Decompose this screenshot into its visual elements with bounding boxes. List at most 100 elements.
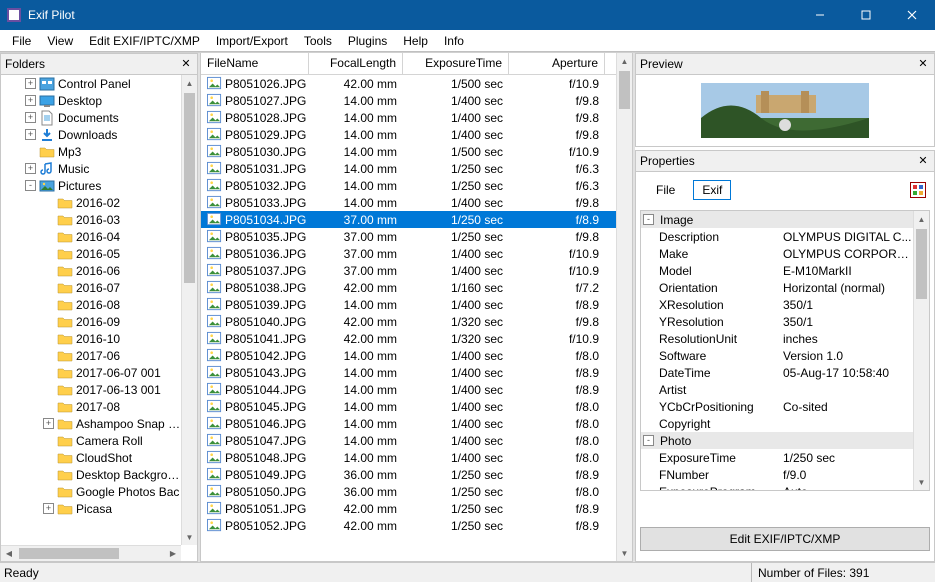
file-row[interactable]: P8051051.JPG42.00 mm1/250 secf/8.9 <box>201 500 616 517</box>
file-row[interactable]: P8051030.JPG14.00 mm1/500 secf/10.9 <box>201 143 616 160</box>
tree-scrollbar-h[interactable]: ◀ ▶ <box>1 545 181 561</box>
tree-item[interactable]: CloudShot <box>1 449 181 466</box>
property-row[interactable]: DescriptionOLYMPUS DIGITAL C... <box>641 228 913 245</box>
files-scrollbar-v[interactable]: ▲ ▼ <box>616 53 632 561</box>
expand-icon[interactable]: + <box>43 503 54 514</box>
tree-item[interactable]: 2016-10 <box>1 330 181 347</box>
file-row[interactable]: P8051039.JPG14.00 mm1/400 secf/8.9 <box>201 296 616 313</box>
file-row[interactable]: P8051029.JPG14.00 mm1/400 secf/9.8 <box>201 126 616 143</box>
folders-close-icon[interactable]: ✕ <box>179 57 193 71</box>
property-row[interactable]: MakeOLYMPUS CORPORA... <box>641 245 913 262</box>
menu-file[interactable]: File <box>4 31 39 51</box>
property-row[interactable]: YCbCrPositioningCo-sited <box>641 398 913 415</box>
property-row[interactable]: YResolution350/1 <box>641 313 913 330</box>
col-exposuretime[interactable]: ExposureTime <box>403 53 509 74</box>
collapse-icon[interactable]: - <box>25 180 36 191</box>
properties-close-icon[interactable]: ✕ <box>916 154 930 168</box>
file-row[interactable]: P8051031.JPG14.00 mm1/250 secf/6.3 <box>201 160 616 177</box>
file-row[interactable]: P8051052.JPG42.00 mm1/250 secf/8.9 <box>201 517 616 534</box>
tree-item[interactable]: 2017-06-13 001 <box>1 381 181 398</box>
file-row[interactable]: P8051040.JPG42.00 mm1/320 secf/9.8 <box>201 313 616 330</box>
tree-item[interactable]: 2016-07 <box>1 279 181 296</box>
property-row[interactable]: FNumberf/9.0 <box>641 466 913 483</box>
file-row[interactable]: P8051037.JPG37.00 mm1/400 secf/10.9 <box>201 262 616 279</box>
file-row[interactable]: P8051032.JPG14.00 mm1/250 secf/6.3 <box>201 177 616 194</box>
file-row[interactable]: P8051041.JPG42.00 mm1/320 secf/10.9 <box>201 330 616 347</box>
tree-scrollbar-v[interactable]: ▲ ▼ <box>181 75 197 545</box>
col-aperture[interactable]: Aperture <box>509 53 605 74</box>
file-row[interactable]: P8051047.JPG14.00 mm1/400 secf/8.0 <box>201 432 616 449</box>
menu-edit-exif-iptc-xmp[interactable]: Edit EXIF/IPTC/XMP <box>81 31 208 51</box>
expand-icon[interactable]: + <box>25 163 36 174</box>
tree-item[interactable]: Google Photos Bac <box>1 483 181 500</box>
file-row[interactable]: P8051034.JPG37.00 mm1/250 secf/8.9 <box>201 211 616 228</box>
minimize-button[interactable] <box>797 0 843 30</box>
edit-exif-button[interactable]: Edit EXIF/IPTC/XMP <box>640 527 930 551</box>
tree-item[interactable]: 2016-04 <box>1 228 181 245</box>
close-button[interactable] <box>889 0 935 30</box>
file-row[interactable]: P8051050.JPG36.00 mm1/250 secf/8.0 <box>201 483 616 500</box>
expand-icon[interactable]: + <box>25 95 36 106</box>
tree-item[interactable]: Desktop Background <box>1 466 181 483</box>
tree-item[interactable]: 2016-06 <box>1 262 181 279</box>
property-row[interactable]: Copyright <box>641 415 913 432</box>
tree-item[interactable]: -Pictures <box>1 177 181 194</box>
col-focallength[interactable]: FocalLength <box>309 53 403 74</box>
menu-import-export[interactable]: Import/Export <box>208 31 296 51</box>
property-row[interactable]: ExposureTime1/250 sec <box>641 449 913 466</box>
file-grid-header[interactable]: FileName FocalLength ExposureTime Apertu… <box>201 53 616 75</box>
tree-item[interactable]: Camera Roll <box>1 432 181 449</box>
property-row[interactable]: ModelE-M10MarkII <box>641 262 913 279</box>
maximize-button[interactable] <box>843 0 889 30</box>
file-row[interactable]: P8051045.JPG14.00 mm1/400 secf/8.0 <box>201 398 616 415</box>
tree-item[interactable]: +Control Panel <box>1 75 181 92</box>
tree-item[interactable]: +Desktop <box>1 92 181 109</box>
tree-item[interactable]: +Ashampoo Snap 10 <box>1 415 181 432</box>
file-row[interactable]: P8051035.JPG37.00 mm1/250 secf/9.8 <box>201 228 616 245</box>
tree-item[interactable]: 2016-08 <box>1 296 181 313</box>
file-row[interactable]: P8051036.JPG37.00 mm1/400 secf/10.9 <box>201 245 616 262</box>
expand-icon[interactable]: + <box>25 112 36 123</box>
property-row[interactable]: DateTime05-Aug-17 10:58:40 <box>641 364 913 381</box>
menu-help[interactable]: Help <box>395 31 436 51</box>
file-row[interactable]: P8051042.JPG14.00 mm1/400 secf/8.0 <box>201 347 616 364</box>
tree-item[interactable]: 2017-06-07 001 <box>1 364 181 381</box>
properties-options-icon[interactable] <box>910 182 926 198</box>
expand-icon[interactable]: + <box>25 78 36 89</box>
file-row[interactable]: P8051038.JPG42.00 mm1/160 secf/7.2 <box>201 279 616 296</box>
tree-item[interactable]: +Documents <box>1 109 181 126</box>
tree-item[interactable]: 2016-09 <box>1 313 181 330</box>
tree-item[interactable]: +Music <box>1 160 181 177</box>
menu-tools[interactable]: Tools <box>296 31 340 51</box>
preview-close-icon[interactable]: ✕ <box>916 57 930 71</box>
tree-item[interactable]: 2016-05 <box>1 245 181 262</box>
tree-item[interactable]: 2016-02 <box>1 194 181 211</box>
file-row[interactable]: P8051044.JPG14.00 mm1/400 secf/8.9 <box>201 381 616 398</box>
property-row[interactable]: SoftwareVersion 1.0 <box>641 347 913 364</box>
tree-item[interactable]: 2017-06 <box>1 347 181 364</box>
tree-item[interactable]: +Picasa <box>1 500 181 517</box>
expand-icon[interactable]: + <box>43 418 54 429</box>
properties-scrollbar-v[interactable]: ▲ ▼ <box>913 211 929 490</box>
property-row[interactable]: ResolutionUnitinches <box>641 330 913 347</box>
property-group[interactable]: -Image <box>641 211 913 228</box>
property-row[interactable]: Artist <box>641 381 913 398</box>
menu-info[interactable]: Info <box>436 31 472 51</box>
file-row[interactable]: P8051048.JPG14.00 mm1/400 secf/8.0 <box>201 449 616 466</box>
tree-item[interactable]: Mp3 <box>1 143 181 160</box>
property-row[interactable]: OrientationHorizontal (normal) <box>641 279 913 296</box>
col-filename[interactable]: FileName <box>201 53 309 74</box>
collapse-icon[interactable]: - <box>643 435 654 446</box>
tree-item[interactable]: 2017-08 <box>1 398 181 415</box>
collapse-icon[interactable]: - <box>643 214 654 225</box>
file-row[interactable]: P8051046.JPG14.00 mm1/400 secf/8.0 <box>201 415 616 432</box>
property-row[interactable]: ExposureProgramAuto <box>641 483 913 490</box>
file-row[interactable]: P8051049.JPG36.00 mm1/250 secf/8.9 <box>201 466 616 483</box>
menu-view[interactable]: View <box>39 31 81 51</box>
menu-plugins[interactable]: Plugins <box>340 31 395 51</box>
file-row[interactable]: P8051033.JPG14.00 mm1/400 secf/9.8 <box>201 194 616 211</box>
file-row[interactable]: P8051027.JPG14.00 mm1/400 secf/9.8 <box>201 92 616 109</box>
file-row[interactable]: P8051043.JPG14.00 mm1/400 secf/8.9 <box>201 364 616 381</box>
file-row[interactable]: P8051028.JPG14.00 mm1/400 secf/9.8 <box>201 109 616 126</box>
tab-file[interactable]: File <box>648 181 683 199</box>
